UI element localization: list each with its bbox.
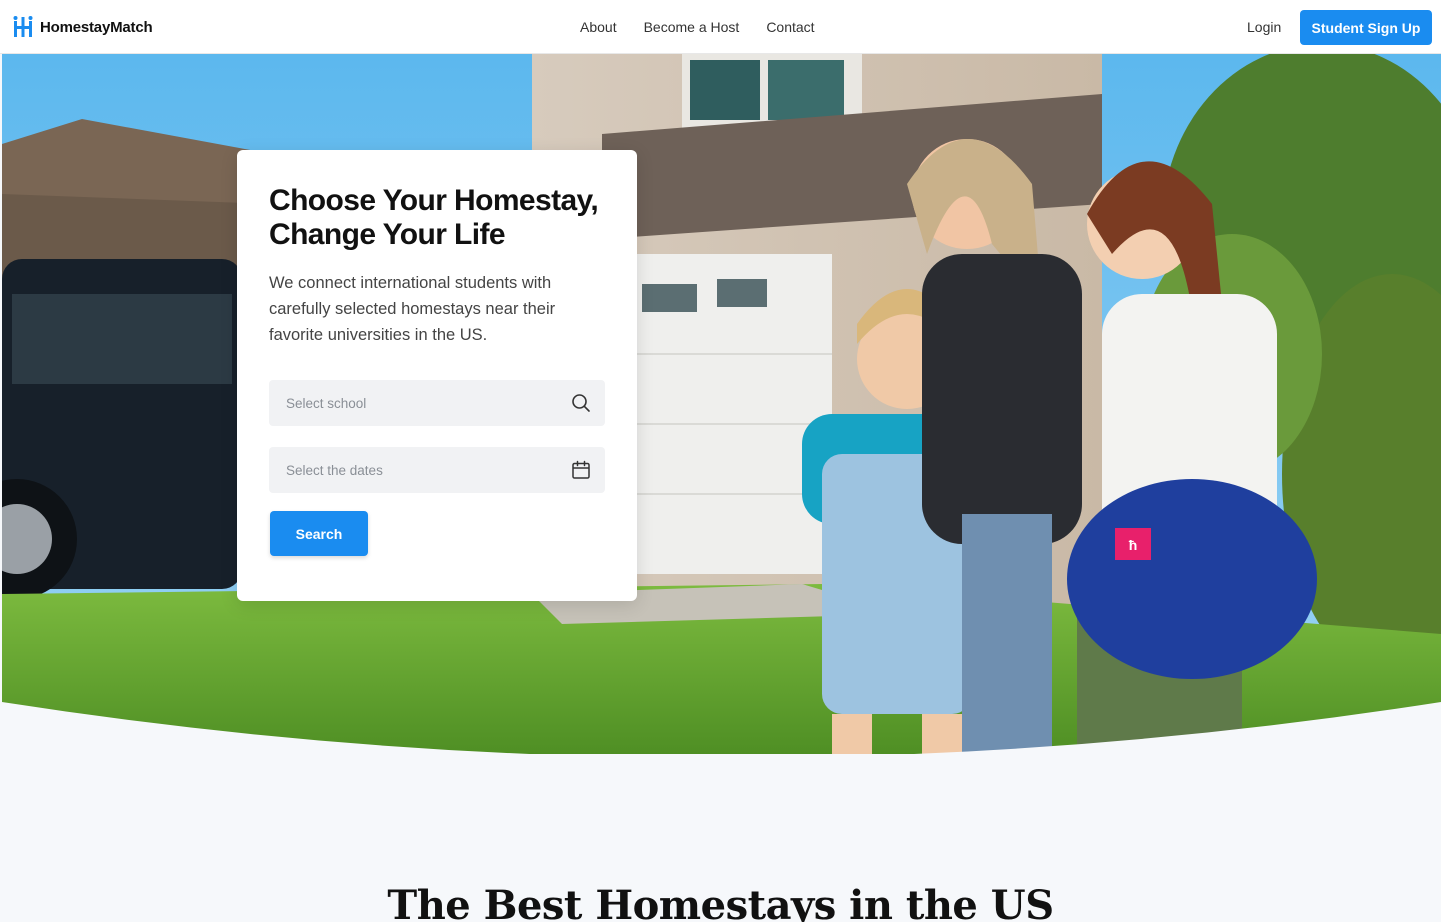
- nav-contact[interactable]: Contact: [766, 19, 814, 35]
- hero-title: Choose Your Homestay, Change Your Life: [269, 184, 605, 252]
- hero-search-card: Choose Your Homestay, Change Your Life W…: [237, 150, 637, 601]
- student-signup-button[interactable]: Student Sign Up: [1300, 10, 1432, 45]
- hero-banner: ħ: [2, 54, 1441, 754]
- dates-input[interactable]: [269, 447, 605, 493]
- nav-about[interactable]: About: [580, 19, 617, 35]
- hero-description: We connect international students with c…: [269, 274, 556, 344]
- hero-title-line1: Choose Your Homestay,: [269, 184, 599, 217]
- nav-become-host[interactable]: Become a Host: [644, 19, 740, 35]
- brand-logo[interactable]: HomestayMatch: [12, 15, 153, 39]
- top-navbar: HomestayMatch About Become a Host Contac…: [0, 0, 1441, 54]
- school-field[interactable]: [269, 380, 605, 426]
- hero-title-line2: Change Your Life: [269, 218, 506, 251]
- main-nav: About Become a Host Contact: [580, 19, 815, 35]
- search-icon[interactable]: [571, 393, 591, 413]
- calendar-icon[interactable]: [571, 460, 591, 480]
- search-button[interactable]: Search: [270, 511, 368, 556]
- dates-field[interactable]: [269, 447, 605, 493]
- section-title: The Best Homestays in the US: [387, 882, 1054, 922]
- brand-name: HomestayMatch: [40, 18, 153, 36]
- login-link[interactable]: Login: [1247, 19, 1281, 35]
- school-input[interactable]: [269, 380, 605, 426]
- svg-text:ħ: ħ: [1129, 537, 1138, 553]
- hero-photo: ħ: [2, 54, 1441, 754]
- house-people-icon: [13, 16, 33, 37]
